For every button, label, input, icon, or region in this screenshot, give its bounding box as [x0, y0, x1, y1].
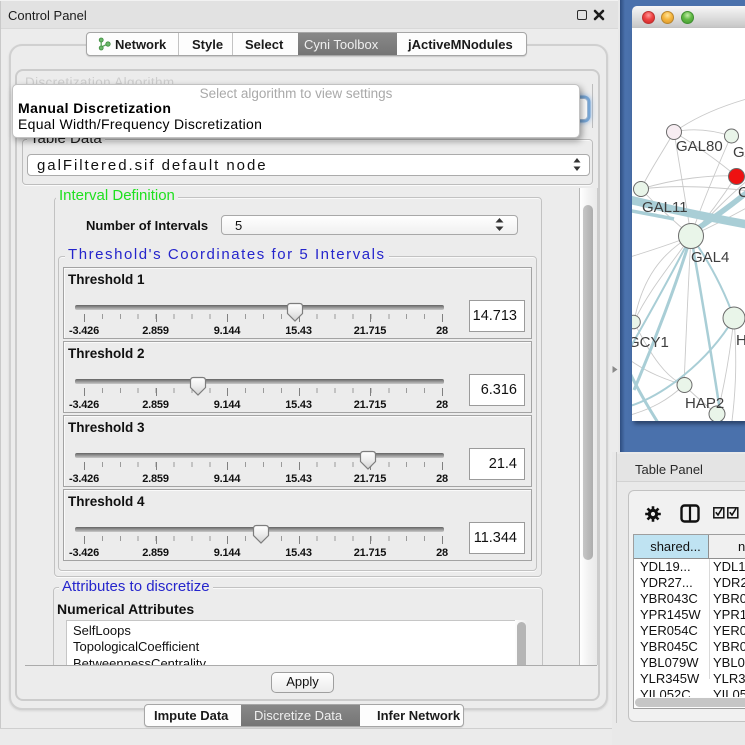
svg-text:GA: GA — [733, 144, 745, 161]
svg-text:GAL80: GAL80 — [676, 138, 723, 155]
svg-text:HAP2: HAP2 — [685, 395, 724, 412]
svg-text:GAL11: GAL11 — [642, 199, 688, 216]
svg-text:GAL4: GAL4 — [691, 249, 729, 266]
svg-text:HA: HA — [736, 332, 745, 349]
svg-text:GCY1: GCY1 — [632, 334, 669, 351]
svg-text:C: C — [738, 184, 745, 201]
